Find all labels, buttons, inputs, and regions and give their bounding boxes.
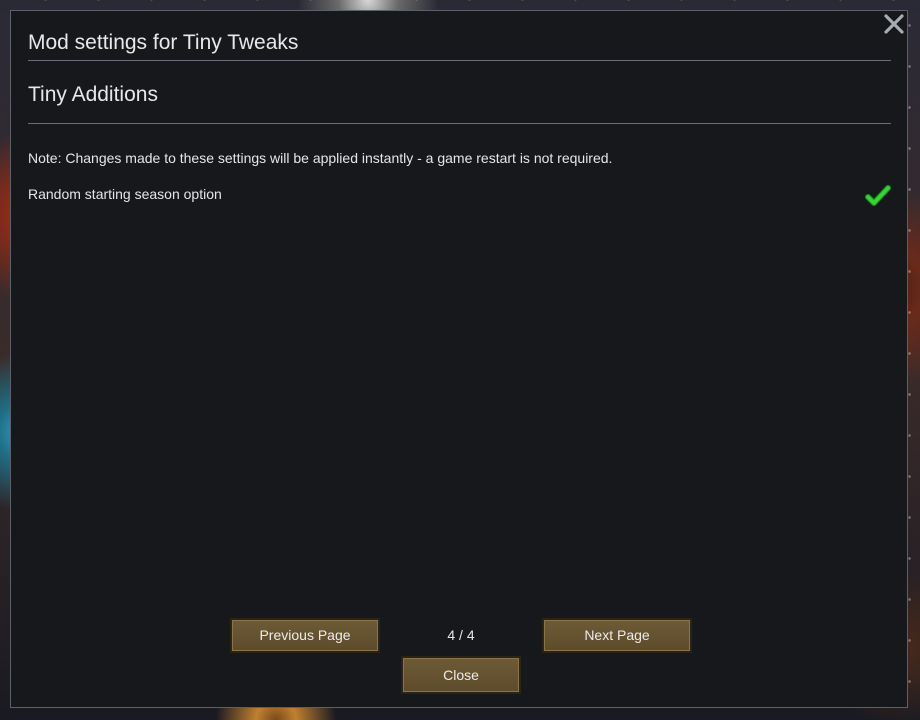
title-divider — [28, 60, 891, 61]
next-page-button[interactable]: Next Page — [542, 618, 692, 653]
section-title: Tiny Additions — [28, 83, 158, 106]
close-icon[interactable] — [883, 13, 905, 35]
checkmark-icon[interactable] — [865, 183, 891, 209]
mod-settings-dialog: Mod settings for Tiny Tweaks Tiny Additi… — [10, 10, 908, 708]
setting-label: Random starting season option — [28, 186, 222, 202]
previous-page-button[interactable]: Previous Page — [230, 618, 380, 653]
close-button[interactable]: Close — [401, 656, 521, 694]
settings-note: Note: Changes made to these settings wil… — [28, 150, 613, 166]
dialog-title: Mod settings for Tiny Tweaks — [28, 31, 299, 54]
setting-row-random-starting-season: Random starting season option — [28, 183, 891, 211]
section-divider — [28, 123, 891, 124]
page-indicator: 4 / 4 — [447, 627, 475, 643]
